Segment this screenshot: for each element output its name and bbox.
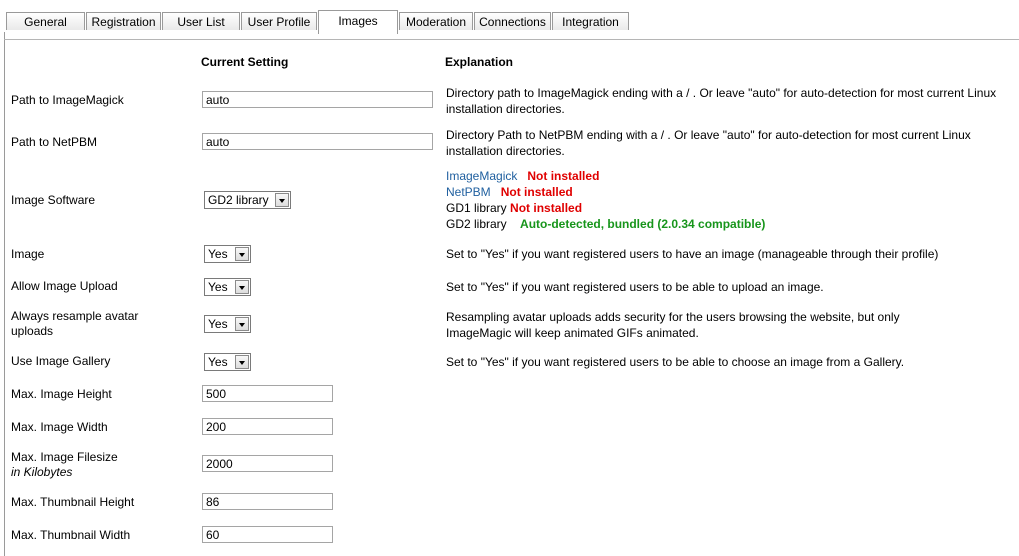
max-filesize-label-line2: in Kilobytes [11,465,73,479]
max-width-input[interactable] [202,418,333,435]
max-filesize-label: Max. Image Filesize in Kilobytes [11,450,118,480]
tab-user-list[interactable]: User List [162,12,240,30]
image-explanation: Set to "Yes" if you want registered user… [446,247,939,261]
max-height-label: Max. Image Height [11,387,112,401]
resample-select[interactable]: Yes [204,315,251,333]
resample-value: Yes [208,317,228,331]
panel-top-rule [4,39,1019,40]
resample-label-line2: uploads [11,324,54,338]
max-width-label: Max. Image Width [11,420,108,434]
tab-general[interactable]: General [6,12,85,30]
gd2-state: Auto-detected, bundled (2.0.34 compatibl… [520,217,766,231]
chevron-down-icon[interactable] [275,193,289,207]
explanation-header: Explanation [445,55,514,69]
gallery-value: Yes [208,355,228,369]
thumb-height-label: Max. Thumbnail Height [11,495,135,509]
tab-registration[interactable]: Registration [86,12,161,30]
image-value: Yes [208,247,228,261]
imagemagick-link[interactable]: ImageMagick [446,169,517,183]
thumb-width-input[interactable] [202,526,333,543]
imagemagick-path-label: Path to ImageMagick [11,93,124,107]
gd2-name: GD2 library [446,217,507,231]
max-height-input[interactable] [202,385,333,402]
current-setting-header: Current Setting [201,55,289,69]
chevron-down-icon[interactable] [235,317,249,331]
netpbm-state: Not installed [500,185,573,199]
image-select[interactable]: Yes [204,245,251,263]
imagemagick-path-explanation: Directory path to ImageMagick ending wit… [446,86,997,116]
image-software-value: GD2 library [208,193,269,207]
image-software-select[interactable]: GD2 library [204,191,291,209]
netpbm-path-label: Path to NetPBM [11,135,98,149]
tab-connections[interactable]: Connections [474,12,551,30]
allow-upload-select[interactable]: Yes [204,278,251,296]
gd1-name: GD1 library [446,201,507,215]
tab-bar: General Registration User List User Prof… [0,0,1019,34]
netpbm-path-explanation: Directory Path to NetPBM ending with a /… [446,128,971,158]
gd1-state: Not installed [510,201,583,215]
netpbm-path-input[interactable] [202,133,433,150]
resample-label-line1: Always resample avatar [11,309,139,323]
chevron-down-icon[interactable] [235,355,249,369]
imagemagick-status: ImageMagick Not installed [446,168,599,184]
netpbm-link[interactable]: NetPBM [446,185,491,199]
thumb-width-label: Max. Thumbnail Width [11,528,131,542]
allow-upload-value: Yes [208,280,228,294]
tab-images[interactable]: Images [318,10,398,34]
chevron-down-icon[interactable] [235,280,249,294]
allow-upload-label: Allow Image Upload [11,279,118,293]
imagemagick-state: Not installed [527,169,600,183]
resample-explanation: Resampling avatar uploads adds security … [446,310,900,340]
tab-user-profile[interactable]: User Profile [241,12,317,30]
image-label: Image [11,247,45,261]
resample-label: Always resample avatar uploads [11,309,138,339]
chevron-down-icon[interactable] [235,247,249,261]
allow-upload-explanation: Set to "Yes" if you want registered user… [446,280,824,294]
thumb-height-input[interactable] [202,493,333,510]
gallery-select[interactable]: Yes [204,353,251,371]
max-filesize-input[interactable] [202,455,333,472]
gallery-label: Use Image Gallery [11,354,111,368]
tab-moderation[interactable]: Moderation [399,12,473,30]
gallery-explanation: Set to "Yes" if you want registered user… [446,355,905,369]
gd1-status: GD1 library Not installed [446,200,582,216]
gd2-status: GD2 library Auto-detected, bundled (2.0.… [446,216,765,232]
image-software-label: Image Software [11,193,96,207]
max-filesize-label-line1: Max. Image Filesize [11,450,118,464]
netpbm-status: NetPBM Not installed [446,184,573,200]
tab-integration[interactable]: Integration [552,12,629,30]
imagemagick-path-input[interactable] [202,91,433,108]
